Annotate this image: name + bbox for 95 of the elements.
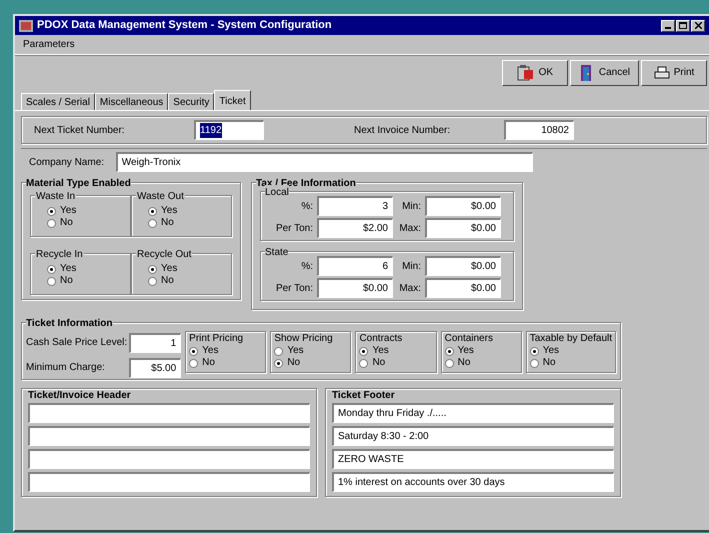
close-button[interactable] [691, 20, 705, 32]
radio-label: Yes [287, 345, 304, 357]
radio-label: No [161, 275, 174, 287]
amount-field[interactable]: $2.00 [317, 218, 393, 238]
field-label: Minimum Charge: [26, 361, 106, 375]
radio-button[interactable] [274, 346, 284, 356]
amount-field[interactable]: 6 [317, 256, 393, 276]
radio-label: No [60, 275, 73, 287]
radio-label: Yes [542, 345, 560, 357]
radio-button[interactable] [148, 206, 157, 216]
radio-label: No [458, 357, 470, 369]
field-label: Per Ton: [274, 282, 314, 296]
amount-field[interactable]: 3 [317, 196, 393, 216]
radio-button[interactable] [530, 346, 539, 356]
window-title: PDOX Data Management System - System Configuration [37, 18, 333, 34]
field-label: Per Ton: [274, 222, 314, 236]
radio-button[interactable] [189, 358, 198, 368]
radio-button[interactable] [148, 276, 157, 286]
group-title: Taxable by Default [530, 332, 612, 345]
tab[interactable]: Ticket [214, 90, 251, 110]
radio-button[interactable] [274, 358, 284, 368]
amount-field[interactable]: $0.00 [425, 218, 501, 238]
radio-button[interactable] [148, 218, 157, 228]
field-label: %: [300, 260, 314, 274]
line-field[interactable]: Monday thru Friday ./..... [332, 403, 614, 423]
line-field[interactable] [28, 426, 310, 446]
printer-icon [654, 66, 670, 80]
radio-button[interactable] [148, 264, 157, 274]
group-title: Contracts [359, 332, 404, 345]
group-title: Print Pricing [189, 332, 244, 345]
radio-button[interactable] [359, 358, 368, 368]
section-title: Ticket/Invoice Header [28, 389, 132, 403]
app-icon [19, 20, 33, 32]
section-title: Material Type Enabled [26, 176, 131, 191]
text-field[interactable]: $5.00 [129, 358, 182, 378]
amount-field[interactable]: $0.00 [317, 278, 393, 298]
line-field[interactable]: 1% interest on accounts over 30 days [332, 472, 614, 492]
field-label: Next Ticket Number: [34, 124, 126, 138]
number-field[interactable]: 10802 [504, 120, 574, 140]
radio-label: Yes [161, 263, 178, 275]
radio-button[interactable] [189, 346, 198, 356]
radio-label: Yes [372, 345, 389, 357]
radio-button[interactable] [530, 358, 539, 368]
menu-item[interactable]: Parameters [23, 37, 75, 52]
radio-label: Yes [60, 205, 76, 217]
radio-label: Yes [60, 263, 76, 275]
clipboard-icon [516, 64, 535, 80]
text-field[interactable]: 1 [129, 332, 182, 352]
radio-label: No [542, 357, 556, 369]
field-label: %: [300, 200, 314, 214]
group-title: Show Pricing [274, 332, 334, 345]
field-label: Max: [398, 282, 422, 296]
radio-label: No [372, 357, 386, 369]
ok-button[interactable]: OK [502, 60, 568, 86]
field-label: Cash Sale Price Level: [26, 336, 128, 350]
tab[interactable]: Miscellaneous [94, 93, 168, 110]
field-label: Min: [401, 200, 422, 214]
radio-label: No [202, 357, 215, 369]
group-title: Recycle Out [136, 247, 192, 262]
radio-button[interactable] [47, 206, 56, 216]
group-title: Recycle In [35, 247, 84, 262]
company-field[interactable]: Weigh-Tronix [116, 152, 533, 172]
tab[interactable]: Scales / Serial [21, 93, 95, 110]
radio-label: No [287, 357, 300, 369]
radio-button[interactable] [444, 358, 454, 368]
amount-field[interactable]: $0.00 [425, 196, 501, 216]
line-field[interactable]: Saturday 8:30 - 2:00 [332, 426, 614, 446]
close-icon [694, 22, 702, 29]
maximize-button[interactable] [676, 20, 690, 32]
amount-field[interactable]: $0.00 [425, 256, 501, 276]
number-field[interactable]: 1192 [194, 120, 264, 140]
field-label: Next Invoice Number: [354, 124, 452, 138]
radio-label: Yes [161, 205, 178, 217]
radio-label: No [60, 217, 73, 229]
minimize-button[interactable] [661, 20, 675, 32]
radio-label: Yes [202, 345, 218, 357]
amount-field[interactable]: $0.00 [425, 278, 501, 298]
radio-button[interactable] [47, 218, 56, 228]
field-label: Max: [398, 222, 422, 236]
line-field[interactable]: ZERO WASTE [332, 449, 614, 469]
radio-button[interactable] [47, 264, 56, 274]
radio-label: Yes [458, 345, 474, 357]
line-field[interactable] [28, 472, 310, 492]
print-button[interactable]: Print [641, 60, 707, 86]
cancel-button[interactable]: Cancel [570, 60, 639, 86]
radio-label: No [161, 217, 174, 229]
radio-button[interactable] [359, 346, 368, 356]
section-title: Ticket Footer [332, 389, 396, 403]
radio-button[interactable] [444, 346, 454, 356]
field-label: Company Name: [29, 156, 106, 170]
line-field[interactable] [28, 449, 310, 469]
radio-button[interactable] [47, 276, 56, 286]
line-field[interactable] [28, 403, 310, 423]
field-label: Min: [401, 260, 422, 274]
group-title: Containers [444, 332, 494, 345]
